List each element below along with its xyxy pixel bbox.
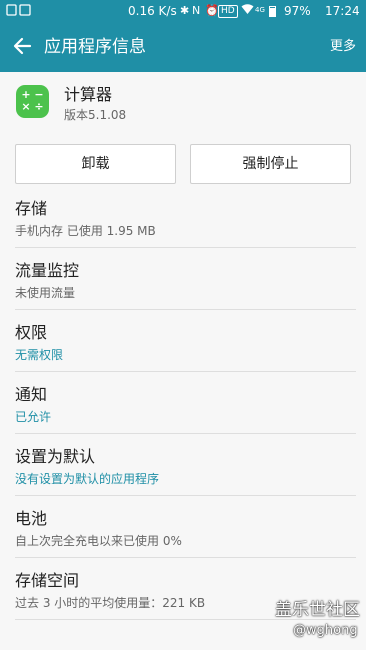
user-handle-watermark: @wghong <box>293 623 358 638</box>
set-as-default-item[interactable]: 设置为默认 没有设置为默认的应用程序 <box>0 434 366 496</box>
nfc-icon: N <box>192 4 201 17</box>
bluetooth-icon: ✱ <box>180 4 190 17</box>
app-bar: 应用程序信息 更多 <box>0 22 366 72</box>
status-bar: 0.16 K/s ✱ N ⏰ HD 4G 97% 17:24 <box>0 0 366 22</box>
cellular-signal-icon: 4G <box>255 6 265 14</box>
hd-voice-badge: HD <box>218 5 238 18</box>
force-stop-button[interactable]: 强制停止 <box>190 144 351 184</box>
uninstall-button[interactable]: 卸载 <box>15 144 176 184</box>
item-subtitle: 未使用流量 <box>15 286 76 300</box>
item-subtitle: 无需权限 <box>15 348 64 362</box>
back-arrow-icon[interactable] <box>10 33 36 59</box>
app-name: 计算器 <box>64 85 113 104</box>
item-subtitle: 没有设置为默认的应用程序 <box>15 472 160 486</box>
item-subtitle: 已允许 <box>15 410 52 424</box>
calculator-glyph-bottom: × ÷ <box>21 100 44 113</box>
item-title: 权限 <box>15 323 48 342</box>
item-title: 存储 <box>15 199 48 218</box>
data-usage-item[interactable]: 流量监控 未使用流量 <box>0 248 366 310</box>
clock: 17:24 <box>325 4 360 18</box>
item-title: 流量监控 <box>15 261 80 280</box>
permissions-item[interactable]: 权限 无需权限 <box>0 310 366 372</box>
item-title: 电池 <box>15 509 48 528</box>
more-button[interactable]: 更多 <box>330 38 356 56</box>
net-speed: 0.16 K/s <box>128 4 177 18</box>
alarm-icon: ⏰ <box>205 4 219 17</box>
page-title: 应用程序信息 <box>44 37 146 57</box>
battery-percent: 97% <box>284 4 311 18</box>
community-watermark: 盖乐世社区 <box>275 600 360 620</box>
storage-item[interactable]: 存储 手机内存 已使用 1.95 MB <box>0 186 366 248</box>
app-header: + − × ÷ 计算器 版本5.1.08 卸载 强制停止 <box>0 72 366 196</box>
wifi-icon <box>241 3 254 20</box>
battery-item[interactable]: 电池 自上次完全充电以来已使用 0% <box>0 496 366 558</box>
item-title: 存储空间 <box>15 571 80 590</box>
calculator-app-icon: + − × ÷ <box>16 85 49 118</box>
notifications-item[interactable]: 通知 已允许 <box>0 372 366 434</box>
battery-icon <box>269 6 276 17</box>
item-subtitle: 手机内存 已使用 1.95 MB <box>15 224 156 238</box>
item-subtitle: 过去 3 小时的平均使用量：221 KB <box>15 596 206 610</box>
item-subtitle: 自上次完全充电以来已使用 0% <box>15 534 182 548</box>
item-title: 设置为默认 <box>15 447 96 466</box>
item-title: 通知 <box>15 385 48 404</box>
notification-icons <box>6 3 36 22</box>
app-version: 版本5.1.08 <box>64 108 127 122</box>
